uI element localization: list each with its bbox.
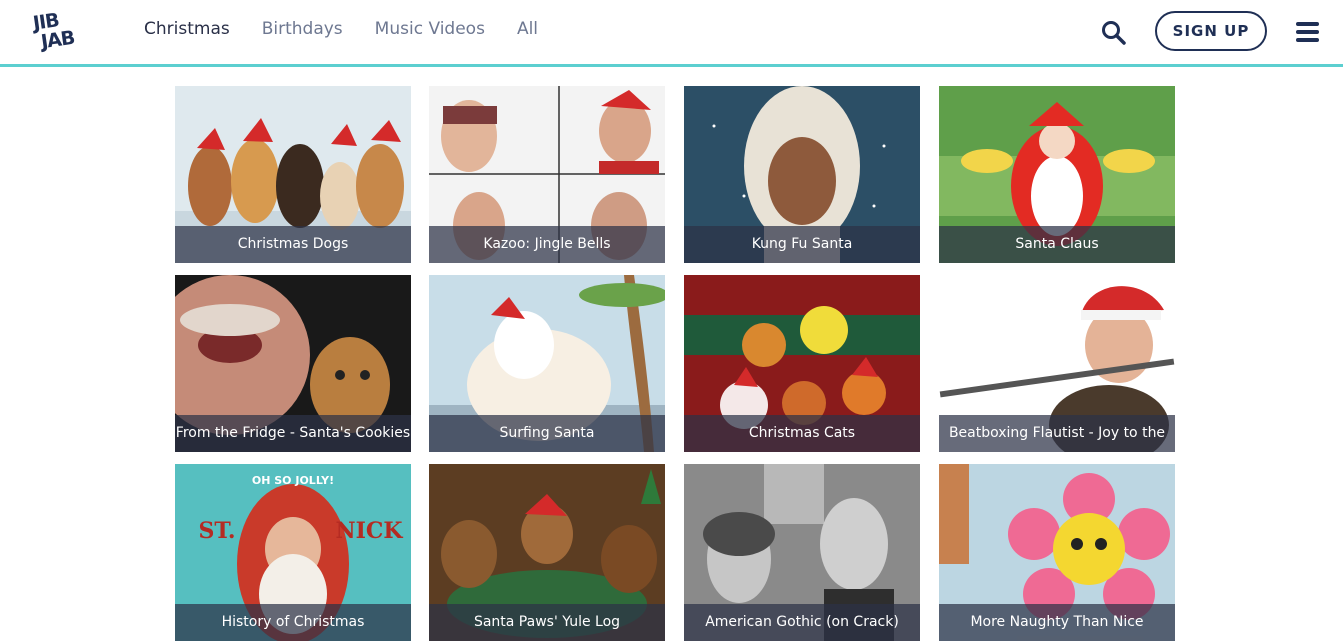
video-card[interactable]: Santa Claus xyxy=(939,86,1175,263)
jibjab-logo[interactable]: JIB JAB xyxy=(31,9,87,55)
video-card[interactable]: American Gothic (on Crack) xyxy=(684,464,920,641)
video-card[interactable]: More Naughty Than Nice xyxy=(939,464,1175,641)
video-title: Kung Fu Santa xyxy=(684,226,920,263)
video-title: Christmas Dogs xyxy=(175,226,411,263)
video-title: Santa Paws' Yule Log xyxy=(429,604,665,641)
video-grid: Christmas Dogs Kazoo: Jingle Bells Kung … xyxy=(175,86,1175,641)
video-card[interactable]: Christmas Cats xyxy=(684,275,920,452)
video-card[interactable]: Kung Fu Santa xyxy=(684,86,920,263)
video-title: Beatboxing Flautist - Joy to the xyxy=(939,415,1175,452)
video-card[interactable]: Kazoo: Jingle Bells xyxy=(429,86,665,263)
nav-item-all[interactable]: All xyxy=(517,19,538,43)
logo-text-jab: JAB xyxy=(39,26,76,54)
video-title: More Naughty Than Nice xyxy=(939,604,1175,641)
video-title: Santa Claus xyxy=(939,226,1175,263)
nav-item-birthdays[interactable]: Birthdays xyxy=(262,19,343,43)
video-card[interactable]: Beatboxing Flautist - Joy to the xyxy=(939,275,1175,452)
video-card[interactable]: Christmas Dogs xyxy=(175,86,411,263)
sign-up-button[interactable]: SIGN UP xyxy=(1155,11,1267,51)
video-title: History of Christmas xyxy=(175,604,411,641)
video-card[interactable]: Santa Paws' Yule Log xyxy=(429,464,665,641)
art-text-oh-so-jolly: OH SO JOLLY! xyxy=(252,474,334,487)
video-title: Kazoo: Jingle Bells xyxy=(429,226,665,263)
video-card[interactable]: From the Fridge - Santa's Cookies xyxy=(175,275,411,452)
video-title: American Gothic (on Crack) xyxy=(684,604,920,641)
hamburger-menu-icon[interactable] xyxy=(1296,22,1320,42)
site-header: JIB JAB Christmas Birthdays Music Videos… xyxy=(0,0,1343,67)
video-title: From the Fridge - Santa's Cookies xyxy=(175,415,411,452)
art-text-nick: NICK xyxy=(335,518,403,544)
nav-item-music-videos[interactable]: Music Videos xyxy=(375,19,485,43)
nav-item-christmas[interactable]: Christmas xyxy=(144,19,230,43)
art-text-st: ST. xyxy=(198,518,235,544)
video-title: Christmas Cats xyxy=(684,415,920,452)
video-card[interactable]: Surfing Santa xyxy=(429,275,665,452)
category-nav: Christmas Birthdays Music Videos All xyxy=(144,19,570,43)
video-card[interactable]: OH SO JOLLY! ST. NICK History of Christm… xyxy=(175,464,411,641)
search-icon[interactable] xyxy=(1101,20,1127,46)
video-title: Surfing Santa xyxy=(429,415,665,452)
